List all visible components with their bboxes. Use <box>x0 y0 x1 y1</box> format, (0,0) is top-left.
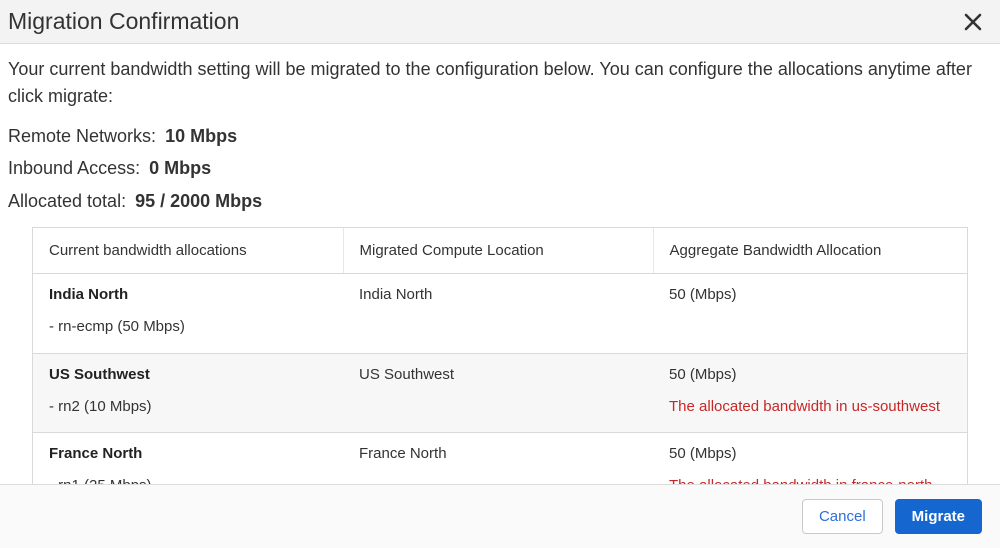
aggregate-value: 50 (Mbps) <box>669 286 951 303</box>
summary-allocated-total: Allocated total: 95 / 2000 Mbps <box>8 185 992 217</box>
aggregate-value: 50 (Mbps) <box>669 366 951 383</box>
summary-label: Inbound Access: <box>8 158 140 178</box>
cancel-button[interactable]: Cancel <box>802 499 883 534</box>
modal-body: Your current bandwidth setting will be m… <box>0 44 1000 544</box>
migrate-button[interactable]: Migrate <box>895 499 982 534</box>
cell-aggregate: 50 (Mbps) <box>653 274 967 354</box>
summary-inbound-access: Inbound Access: 0 Mbps <box>8 152 992 184</box>
intro-text: Your current bandwidth setting will be m… <box>8 56 992 110</box>
col-header-migrated: Migrated Compute Location <box>343 228 653 274</box>
aggregate-value: 50 (Mbps) <box>669 445 951 462</box>
col-header-current: Current bandwidth allocations <box>33 228 343 274</box>
allocation-item: - rn-ecmp (50 Mbps) <box>49 311 327 343</box>
table-row: India North - rn-ecmp (50 Mbps) India No… <box>33 274 967 354</box>
cell-current: US Southwest - rn2 (10 Mbps) <box>33 353 343 433</box>
cell-migrated: US Southwest <box>343 353 653 433</box>
modal-title: Migration Confirmation <box>8 8 239 35</box>
warning-text: The allocated bandwidth in us-southwest <box>669 391 951 423</box>
modal-header: Migration Confirmation <box>0 0 1000 44</box>
col-header-aggregate: Aggregate Bandwidth Allocation <box>653 228 967 274</box>
cell-migrated: India North <box>343 274 653 354</box>
table-row: US Southwest - rn2 (10 Mbps) US Southwes… <box>33 353 967 433</box>
close-button[interactable] <box>960 9 986 35</box>
cell-aggregate: 50 (Mbps) The allocated bandwidth in us-… <box>653 353 967 433</box>
modal-footer: Cancel Migrate <box>0 484 1000 548</box>
summary-remote-networks: Remote Networks: 10 Mbps <box>8 120 992 152</box>
location-name: India North <box>49 286 327 303</box>
location-name: France North <box>49 445 327 462</box>
summary-value: 95 / 2000 Mbps <box>135 191 262 211</box>
close-icon <box>964 13 982 31</box>
summary-label: Allocated total: <box>8 191 126 211</box>
summary-value: 0 Mbps <box>149 158 211 178</box>
table-header-row: Current bandwidth allocations Migrated C… <box>33 228 967 274</box>
location-name: US Southwest <box>49 366 327 383</box>
summary-value: 10 Mbps <box>165 126 237 146</box>
cell-current: India North - rn-ecmp (50 Mbps) <box>33 274 343 354</box>
summary-label: Remote Networks: <box>8 126 156 146</box>
allocation-item: - rn2 (10 Mbps) <box>49 391 327 423</box>
